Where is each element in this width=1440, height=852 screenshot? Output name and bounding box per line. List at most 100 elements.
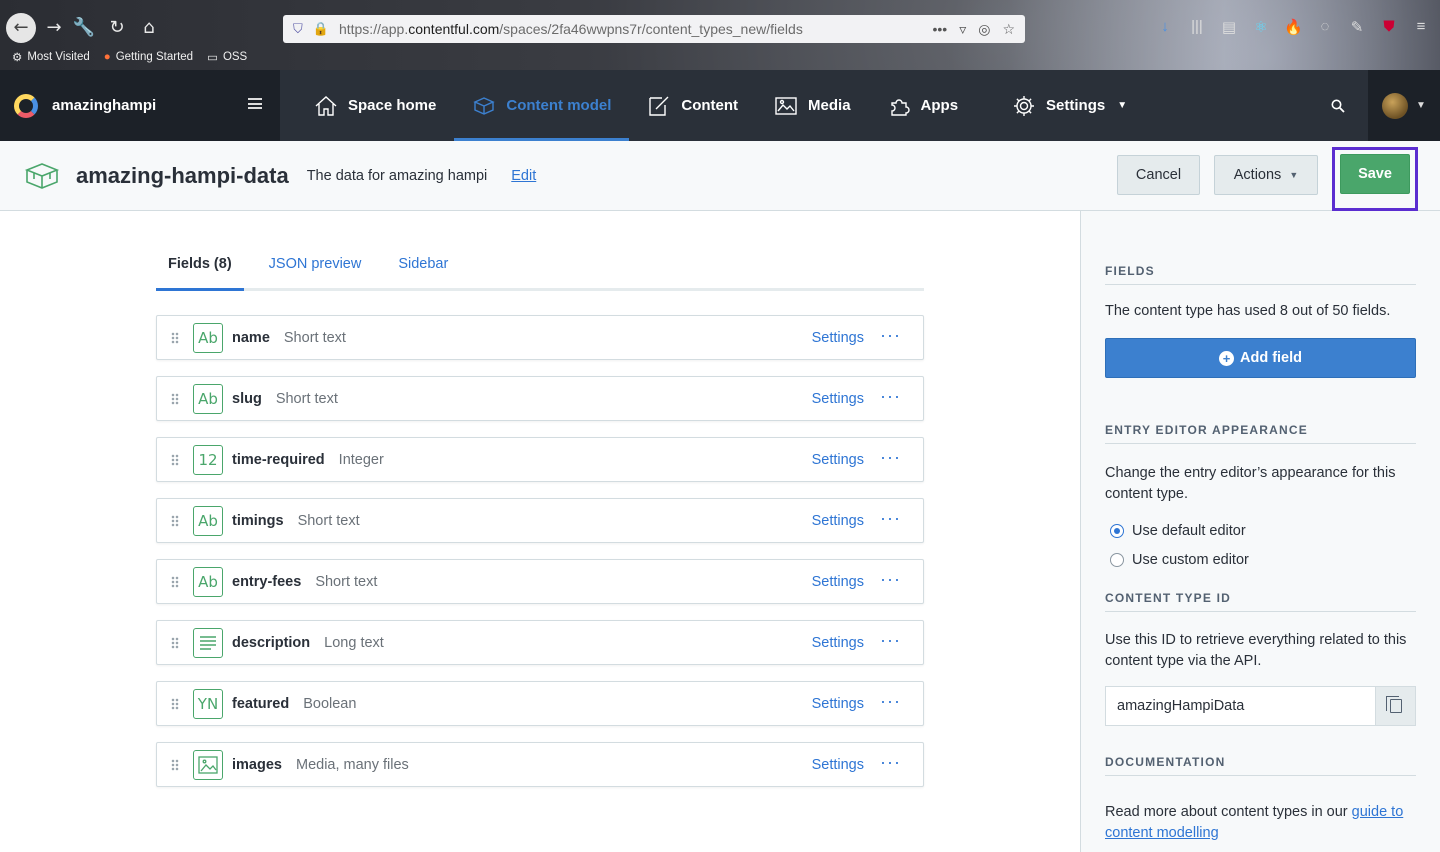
drag-handle-icon[interactable] [157, 331, 193, 344]
field-list: Ab name Short text Settings ··· Ab slug … [156, 315, 924, 803]
contentful-logo-icon [14, 93, 38, 118]
nav-label: Settings [1046, 97, 1106, 114]
content-type-id-field: amazingHampiData [1105, 686, 1416, 726]
field-settings-link[interactable]: Settings [812, 635, 864, 651]
chevron-down-icon: ▼ [1289, 170, 1299, 180]
integer-icon: 12 [193, 444, 223, 475]
ublock-icon[interactable]: ⛊ [1380, 18, 1398, 36]
actions-button[interactable]: Actions ▼ [1214, 155, 1318, 195]
library-icon[interactable]: ||| [1188, 18, 1206, 36]
more-options-icon[interactable]: ··· [880, 752, 901, 773]
extension-circle-icon[interactable]: ◌ [1316, 18, 1334, 36]
extension-icon[interactable]: ◎ [978, 21, 990, 38]
drag-handle-icon[interactable] [157, 758, 193, 771]
menu-icon[interactable]: ≡ [1412, 18, 1430, 36]
url-prefix: https://app. [338, 21, 409, 37]
search-button[interactable] [1308, 70, 1368, 141]
reader-icon[interactable]: ▤ [1220, 18, 1238, 36]
more-options-icon[interactable]: ··· [880, 508, 901, 529]
cancel-button[interactable]: Cancel [1117, 155, 1200, 195]
field-type: Short text [297, 512, 360, 529]
nav-media[interactable]: Media [756, 70, 869, 141]
save-button[interactable]: Save [1340, 154, 1410, 194]
tab-sidebar[interactable]: Sidebar [386, 249, 460, 291]
fields-usage-text: The content type has used 8 out of 50 fi… [1105, 303, 1391, 319]
radio-custom-editor[interactable]: Use custom editor [1105, 545, 1416, 574]
field-settings-link[interactable]: Settings [812, 330, 864, 346]
forward-arrow-icon[interactable]: → [40, 14, 68, 42]
more-options-icon[interactable]: ··· [880, 386, 901, 407]
field-row: YN featured Boolean Settings ··· [156, 681, 924, 726]
field-settings-link[interactable]: Settings [812, 391, 864, 407]
edit-link[interactable]: Edit [511, 168, 536, 184]
url-bar[interactable]: ⛉ 🔒 https://app. contentful.com/spaces/2f… [283, 15, 1025, 43]
nav-content[interactable]: Content [629, 70, 756, 141]
chevron-down-icon: ▼ [1117, 100, 1128, 111]
copy-button[interactable] [1376, 686, 1416, 726]
firebase-icon[interactable]: 🔥 [1284, 18, 1303, 36]
field-name: entry-fees [232, 573, 302, 590]
back-arrow-icon[interactable]: ← [6, 13, 36, 43]
tab-fields[interactable]: Fields (8) [156, 249, 244, 291]
appearance-section-title: ENTRY EDITOR APPEARANCE [1105, 423, 1416, 444]
more-options-icon[interactable]: ··· [880, 325, 901, 346]
right-sidebar: FIELDS The content type has used 8 out o… [1080, 211, 1440, 852]
download-icon[interactable]: ↓ [1156, 18, 1174, 36]
pocket-icon[interactable]: ▿ [959, 21, 966, 38]
field-settings-link[interactable]: Settings [812, 696, 864, 712]
space-selector[interactable]: amazinghampi [0, 70, 280, 141]
radio-button[interactable] [1110, 552, 1124, 567]
content-model-icon [473, 96, 496, 115]
content-type-header: amazing-hampi-data The data for amazing … [0, 141, 1440, 211]
short-text-icon: Ab [193, 505, 223, 536]
field-name: featured [232, 695, 290, 712]
bookmarks-bar: ⚙ Most Visited ● Getting Started ▭ OSS [12, 50, 247, 64]
field-settings-link[interactable]: Settings [812, 574, 864, 590]
bookmark-oss[interactable]: ▭ OSS [207, 50, 247, 64]
bookmark-star-icon[interactable]: ☆ [1002, 21, 1015, 38]
avatar [1382, 92, 1409, 119]
tab-json-preview[interactable]: JSON preview [257, 249, 374, 291]
wrench-icon[interactable]: 🔧 [70, 14, 98, 42]
drag-handle-icon[interactable] [157, 697, 193, 710]
drag-handle-icon[interactable] [157, 392, 193, 405]
field-settings-link[interactable]: Settings [812, 757, 864, 773]
radio-button[interactable] [1110, 523, 1124, 538]
url-path: /spaces/2fa46wwpns7r/content_types_new/f… [499, 21, 803, 37]
drag-handle-icon[interactable] [157, 453, 193, 466]
page-actions-icon[interactable]: ••• [932, 21, 947, 38]
eyedropper-icon[interactable]: ✎ [1348, 18, 1366, 36]
content-type-description: The data for amazing hampi [306, 167, 488, 184]
hamburger-icon[interactable] [248, 98, 262, 109]
more-options-icon[interactable]: ··· [880, 447, 901, 468]
drag-handle-icon[interactable] [157, 514, 193, 527]
bookmark-getting-started[interactable]: ● Getting Started [104, 50, 193, 64]
radio-label: Use custom editor [1132, 551, 1249, 568]
nav-label: Media [808, 97, 851, 114]
nav-settings[interactable]: Settings ▼ [994, 70, 1145, 141]
account-menu[interactable]: ▼ [1368, 70, 1440, 141]
add-field-button[interactable]: + Add field [1105, 338, 1416, 378]
home-browser-icon[interactable]: ⌂ [135, 14, 163, 42]
more-options-icon[interactable]: ··· [880, 691, 901, 712]
nav-space-home[interactable]: Space home [296, 70, 454, 141]
reload-icon[interactable]: ↻ [103, 14, 131, 42]
more-options-icon[interactable]: ··· [880, 630, 901, 651]
drag-handle-icon[interactable] [157, 575, 193, 588]
more-options-icon[interactable]: ··· [880, 569, 901, 590]
actions-label: Actions [1233, 167, 1282, 183]
nav-content-model[interactable]: Content model [454, 70, 630, 141]
content-type-id-value[interactable]: amazingHampiData [1105, 686, 1376, 726]
field-settings-link[interactable]: Settings [812, 513, 864, 529]
bookmark-most-visited[interactable]: ⚙ Most Visited [12, 50, 90, 64]
field-row: Ab slug Short text Settings ··· [156, 376, 924, 421]
tracking-shield-icon[interactable]: ⛉ [293, 21, 303, 37]
field-name: description [232, 634, 311, 651]
radio-default-editor[interactable]: Use default editor [1105, 516, 1416, 545]
drag-handle-icon[interactable] [157, 636, 193, 649]
appearance-text: Change the entry editor’s appearance for… [1105, 465, 1396, 502]
field-settings-link[interactable]: Settings [812, 452, 864, 468]
lock-icon[interactable]: 🔒 [313, 21, 329, 37]
react-devtools-icon[interactable]: ⚛ [1252, 18, 1270, 36]
nav-apps[interactable]: Apps [869, 70, 977, 141]
